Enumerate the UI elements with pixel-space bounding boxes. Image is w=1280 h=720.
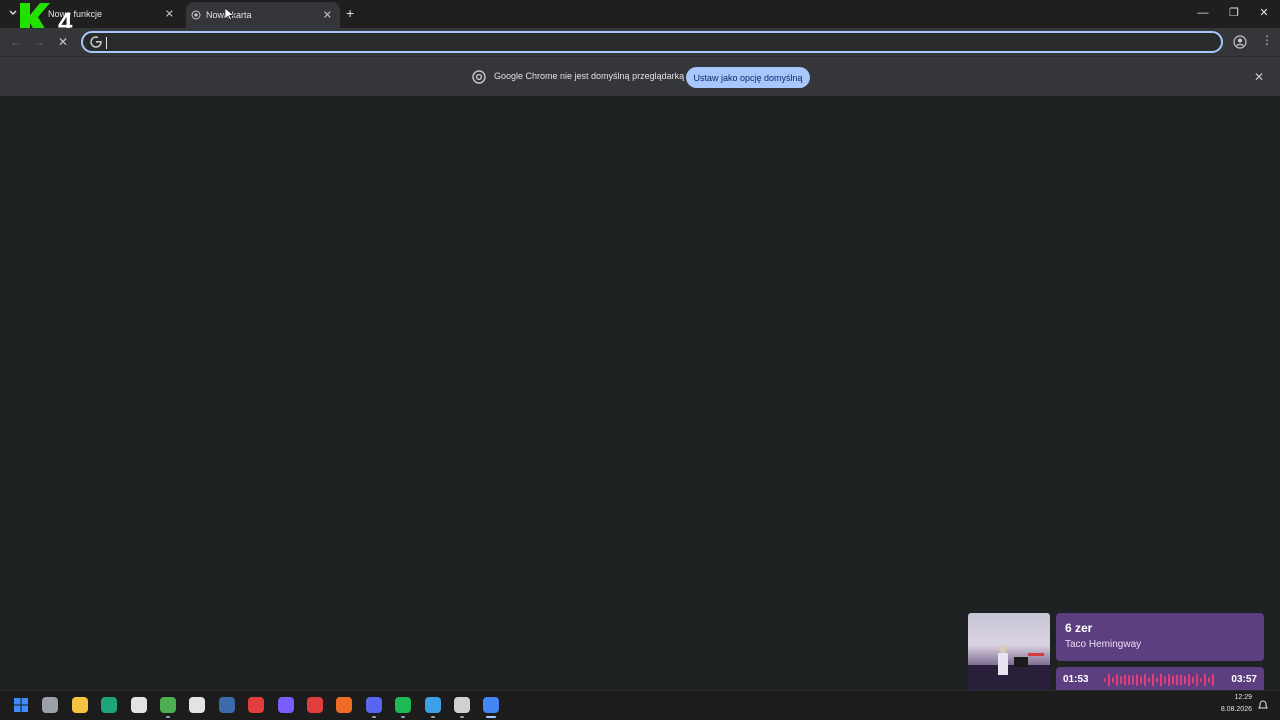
running-indicator bbox=[486, 716, 497, 718]
waveform-bar bbox=[1164, 676, 1166, 684]
default-browser-infobar: Google Chrome nie jest domyślną przegląd… bbox=[0, 56, 1280, 96]
obs-icon[interactable] bbox=[248, 697, 265, 713]
menu-kebab-icon[interactable]: ⋮ bbox=[1261, 33, 1273, 47]
track-title: 6 zer bbox=[1065, 621, 1093, 635]
waveform-bar bbox=[1116, 673, 1118, 687]
opera-gx-icon[interactable] bbox=[307, 697, 323, 713]
settings-icon[interactable] bbox=[42, 697, 59, 713]
waveform-bar bbox=[1112, 676, 1114, 684]
chrome-icon[interactable] bbox=[483, 697, 500, 713]
close-window-button[interactable]: ✕ bbox=[1255, 5, 1273, 21]
waveform-bar bbox=[1108, 673, 1110, 687]
waveform-bar bbox=[1148, 677, 1150, 683]
waveform-bar bbox=[1132, 675, 1134, 685]
new-tab-button[interactable]: + bbox=[346, 6, 354, 20]
total-time: 03:57 bbox=[1231, 674, 1257, 685]
set-default-browser-button[interactable]: Ustaw jako opcję domyślną bbox=[686, 67, 810, 88]
minecraft-icon[interactable] bbox=[160, 697, 176, 713]
running-indicator bbox=[460, 716, 464, 718]
text-caret bbox=[106, 37, 107, 49]
waveform-bar bbox=[1176, 674, 1178, 686]
track-artist: Taco Hemingway bbox=[1065, 639, 1142, 650]
taskbar-clock-time[interactable]: 12:29 bbox=[1212, 694, 1252, 701]
address-input[interactable] bbox=[105, 34, 1205, 50]
brave-icon[interactable] bbox=[336, 697, 353, 713]
infobar-close-icon[interactable]: ✕ bbox=[1254, 70, 1264, 84]
infobar-message: Google Chrome nie jest domyślną przegląd… bbox=[494, 71, 685, 81]
waveform-bar bbox=[1180, 674, 1182, 686]
running-indicator bbox=[401, 716, 406, 718]
elapsed-time: 01:53 bbox=[1063, 674, 1089, 685]
waveform-bar bbox=[1212, 673, 1214, 687]
chrome-logo-icon bbox=[472, 70, 486, 84]
waveform-bar bbox=[1136, 674, 1138, 686]
waveform-bar bbox=[1188, 673, 1190, 687]
chrome-favicon-icon bbox=[191, 10, 201, 20]
waveform-bar bbox=[1156, 677, 1158, 683]
maximize-button[interactable]: ❐ bbox=[1225, 5, 1243, 21]
capcut-icon[interactable] bbox=[130, 697, 147, 713]
back-arrow-icon[interactable]: ← bbox=[9, 35, 23, 49]
tab-strip: Nowe funkcje ✕ Nowa karta ✕ + 4 — ❐ ✕ bbox=[0, 0, 1280, 37]
stop-loading-icon[interactable]: ✕ bbox=[56, 35, 70, 49]
waveform-bar bbox=[1120, 675, 1122, 685]
profile-icon[interactable] bbox=[1233, 35, 1247, 49]
notepad-icon[interactable] bbox=[424, 697, 441, 713]
new-tab-page bbox=[0, 96, 1280, 690]
waveform-bar bbox=[1192, 676, 1194, 684]
tab-close-icon[interactable]: ✕ bbox=[165, 8, 174, 21]
waveform-bar bbox=[1144, 673, 1146, 687]
album-art bbox=[968, 613, 1050, 693]
minimize-button[interactable]: — bbox=[1194, 5, 1212, 21]
app-launcher-icon[interactable] bbox=[277, 697, 294, 713]
waveform-icon bbox=[1104, 673, 1214, 687]
waveform-bar bbox=[1208, 677, 1210, 683]
running-indicator bbox=[430, 716, 435, 718]
running-indicator bbox=[166, 716, 170, 718]
waveform-bar bbox=[1204, 673, 1206, 687]
waveform-bar bbox=[1172, 675, 1174, 685]
tab-close-icon[interactable]: ✕ bbox=[323, 9, 332, 22]
waveform-bar bbox=[1124, 674, 1126, 686]
notification-icon[interactable] bbox=[1257, 699, 1269, 711]
steam-icon[interactable] bbox=[218, 697, 235, 713]
forward-arrow-icon[interactable]: → bbox=[32, 35, 46, 49]
taskbar-clock-date[interactable]: 8.08.2026 bbox=[1212, 706, 1252, 713]
album-cover-image bbox=[968, 645, 1050, 693]
chatgpt-icon[interactable] bbox=[454, 697, 470, 713]
track-info-card: 6 zer Taco Hemingway bbox=[1056, 613, 1264, 661]
windows-taskbar: 12:29 8.08.2026 bbox=[0, 690, 1280, 720]
discord-icon[interactable] bbox=[365, 697, 382, 713]
waveform-bar bbox=[1128, 674, 1130, 686]
address-bar[interactable] bbox=[81, 31, 1223, 53]
epic-games-icon[interactable] bbox=[189, 697, 206, 713]
waveform-bar bbox=[1160, 673, 1162, 687]
tab-nowa-karta[interactable]: Nowa karta ✕ bbox=[186, 2, 340, 28]
windows-start-icon[interactable] bbox=[13, 697, 29, 713]
google-g-icon bbox=[90, 36, 103, 48]
waveform-bar bbox=[1140, 676, 1142, 684]
spotify-icon[interactable] bbox=[395, 697, 412, 713]
waveform-bar bbox=[1200, 677, 1202, 683]
waveform-bar bbox=[1168, 674, 1170, 686]
running-indicator bbox=[371, 716, 376, 718]
waveform-bar bbox=[1196, 673, 1198, 687]
waveform-bar bbox=[1184, 675, 1186, 685]
file-explorer-icon[interactable] bbox=[71, 697, 88, 713]
mouse-cursor-icon bbox=[225, 8, 234, 21]
edge-icon[interactable] bbox=[101, 697, 118, 713]
waveform-bar bbox=[1104, 678, 1106, 682]
waveform-bar bbox=[1152, 673, 1154, 687]
